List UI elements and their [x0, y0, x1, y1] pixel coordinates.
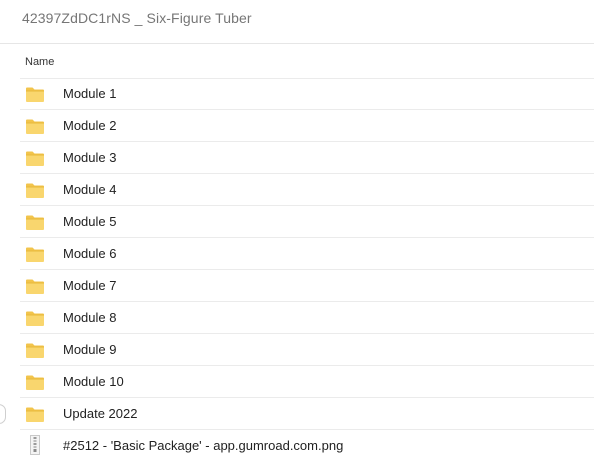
header-bar: 42397ZdDC1rNS _ Six-Figure Tuber — [0, 0, 594, 44]
folder-icon — [26, 311, 44, 326]
folder-icon — [26, 407, 44, 422]
list-item-module-6[interactable]: Module 6 — [20, 238, 594, 270]
list-item-update-2022[interactable]: Update 2022 — [20, 398, 594, 430]
folder-icon — [26, 183, 44, 198]
list-item-module-10[interactable]: Module 10 — [20, 366, 594, 398]
file-browser-page: 42397ZdDC1rNS _ Six-Figure Tuber Name Mo… — [0, 0, 594, 463]
folder-icon — [26, 87, 44, 102]
list-item-file-png[interactable]: #2512 - 'Basic Package' - app.gumroad.co… — [20, 430, 594, 462]
list-item-label: Module 3 — [63, 150, 117, 165]
side-panel-handle[interactable] — [0, 404, 6, 424]
list-item-module-7[interactable]: Module 7 — [20, 270, 594, 302]
folder-icon — [26, 375, 44, 390]
folder-icon — [26, 279, 44, 294]
list-item-label: Module 5 — [63, 214, 117, 229]
list-item-label: Module 4 — [63, 182, 117, 197]
list-item-label: Update 2022 — [63, 406, 138, 421]
folder-icon — [26, 119, 44, 134]
list-item-label: Module 6 — [63, 246, 117, 261]
list-item-label: #2512 - 'Basic Package' - app.gumroad.co… — [63, 438, 344, 453]
list-item-label: Module 7 — [63, 278, 117, 293]
file-list: Module 1 Module 2 Module 3 Module 4 Modu… — [20, 78, 594, 462]
list-item-module-4[interactable]: Module 4 — [20, 174, 594, 206]
list-item-module-8[interactable]: Module 8 — [20, 302, 594, 334]
folder-icon — [26, 151, 44, 166]
breadcrumb[interactable]: 42397ZdDC1rNS _ Six-Figure Tuber — [22, 10, 252, 26]
file-icon — [30, 435, 40, 455]
column-header-name[interactable]: Name — [25, 56, 54, 68]
list-item-label: Module 2 — [63, 118, 117, 133]
list-item-label: Module 8 — [63, 310, 117, 325]
folder-icon — [26, 215, 44, 230]
list-item-module-5[interactable]: Module 5 — [20, 206, 594, 238]
list-item-label: Module 1 — [63, 86, 117, 101]
list-item-module-3[interactable]: Module 3 — [20, 142, 594, 174]
list-item-label: Module 10 — [63, 374, 124, 389]
list-item-module-2[interactable]: Module 2 — [20, 110, 594, 142]
folder-icon — [26, 247, 44, 262]
list-item-label: Module 9 — [63, 342, 117, 357]
folder-icon — [26, 343, 44, 358]
column-header: Name — [20, 46, 594, 79]
list-item-module-9[interactable]: Module 9 — [20, 334, 594, 366]
list-item-module-1[interactable]: Module 1 — [20, 78, 594, 110]
